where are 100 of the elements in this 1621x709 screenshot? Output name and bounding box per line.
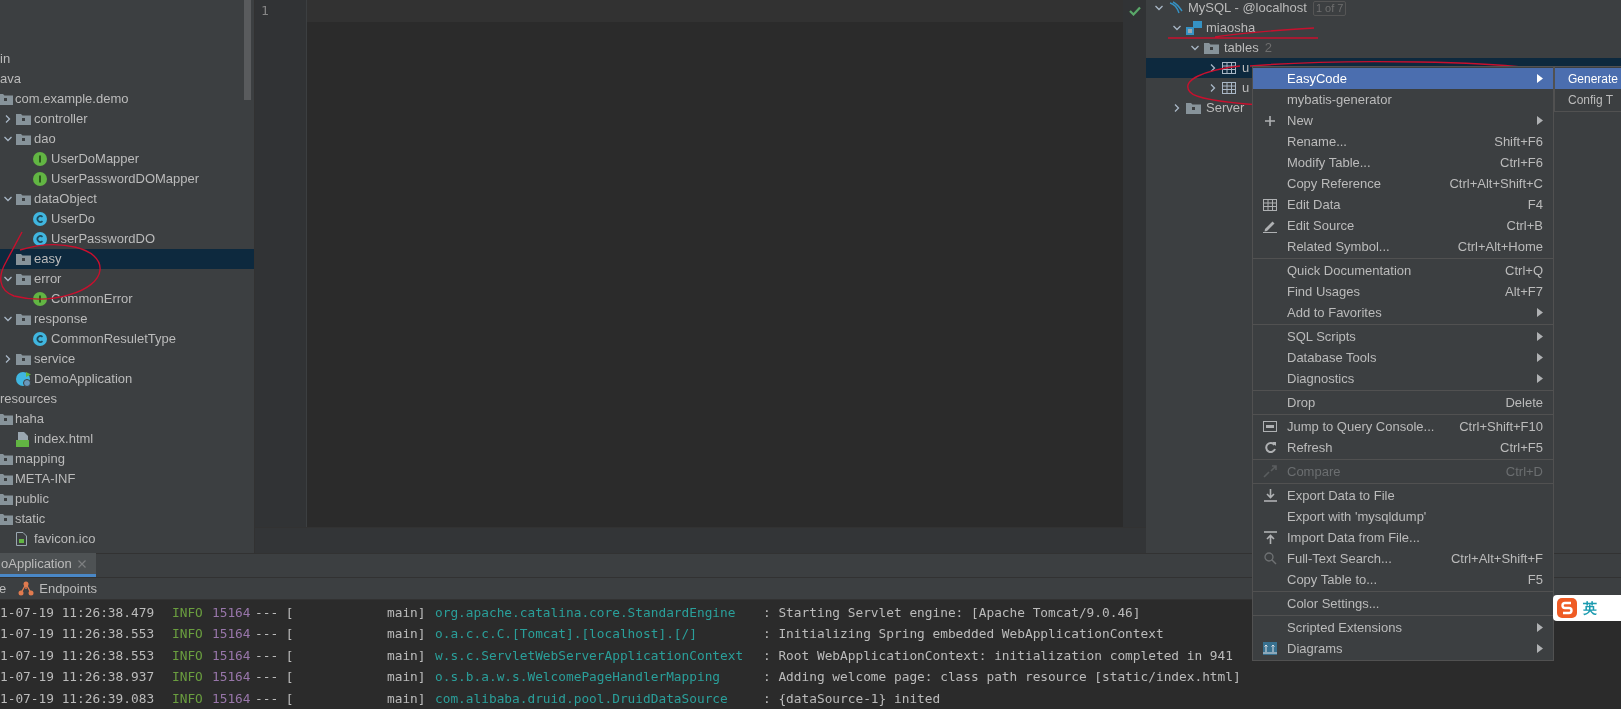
- menu-item-label: Scripted Extensions: [1287, 618, 1402, 637]
- menu-item-label: Database Tools: [1287, 348, 1377, 367]
- menu-item-label: Full-Text Search...: [1287, 549, 1392, 568]
- tree-item-label: u: [1242, 59, 1250, 78]
- log-level: INFO: [172, 625, 204, 644]
- log-level: INFO: [172, 646, 204, 665]
- menu-item-label: Copy Reference: [1287, 174, 1381, 193]
- tree-item-label: UserPasswordDOMapper: [50, 170, 200, 189]
- tree-item-label: UserDo: [50, 210, 96, 229]
- shortcut-text: Ctrl+F6: [1500, 153, 1543, 172]
- menu-item-label: Import Data from File...: [1287, 528, 1420, 547]
- shortcut-text: Ctrl+Alt+Home: [1457, 237, 1543, 256]
- tree-item-label: tables: [1224, 39, 1259, 58]
- log-pid: 15164: [212, 668, 252, 687]
- menu-item-label: Jump to Query Console...: [1287, 417, 1435, 436]
- tree-item-label: UserDoMapper: [50, 150, 140, 169]
- shortcut-text: Shift+F6: [1494, 132, 1543, 151]
- line-number: 1: [260, 2, 270, 20]
- menu-item-label: Diagrams: [1287, 639, 1343, 658]
- menu-item-label: Rename...: [1287, 132, 1347, 151]
- tree-item-label: miaosha: [1206, 19, 1256, 38]
- menu-item-label: Quick Documentation: [1287, 261, 1412, 280]
- shortcut-text: Ctrl+F5: [1500, 438, 1543, 457]
- log-timestamp: 1-07-19 11:26:39.083: [0, 689, 156, 708]
- log-separator: --- [: [255, 689, 295, 708]
- tree-item-label: ava: [0, 70, 21, 89]
- menu-item-label: Export with 'mysqldump': [1287, 507, 1427, 526]
- menu-item-label: Export Data to File: [1287, 486, 1395, 505]
- log-message: : Root WebApplicationContext: initialization completed in 941: [763, 646, 1233, 665]
- tree-item-label: dao: [33, 130, 56, 149]
- log-thread: main]: [387, 689, 427, 708]
- shortcut-text: F4: [1527, 195, 1543, 214]
- tree-item-label: controller: [33, 110, 88, 129]
- tree-item-label: MySQL - @localhost: [1188, 0, 1307, 18]
- log-logger: o.s.b.a.w.s.WelcomePageHandlerMapping: [435, 668, 722, 687]
- menu-item-label: Color Settings...: [1287, 594, 1380, 613]
- log-pid: 15164: [212, 603, 252, 622]
- menu-item-label: Refresh: [1287, 438, 1333, 457]
- shortcut-text: Ctrl+Shift+F10: [1459, 417, 1543, 436]
- log-thread: main]: [387, 625, 427, 644]
- shortcut-text: F5: [1527, 570, 1543, 589]
- log-logger: o.a.c.c.C.[Tomcat].[localhost].[/]: [435, 625, 698, 644]
- log-message: : Adding welcome page: class path resource [static/index.html]: [763, 668, 1241, 687]
- menu-item-label: EasyCode: [1287, 69, 1347, 88]
- menu-item-label: Diagnostics: [1287, 369, 1355, 388]
- log-timestamp: 1-07-19 11:26:38.937: [0, 668, 156, 687]
- tree-item-label: easy: [33, 250, 62, 269]
- tree-item-label: in: [0, 50, 11, 69]
- menu-item-label: Drop: [1287, 393, 1316, 412]
- tree-item-label: public: [14, 490, 49, 509]
- log-timestamp: 1-07-19 11:26:38.553: [0, 646, 156, 665]
- log-message: : Starting Servlet engine: [Apache Tomcat/9.0.46]: [763, 603, 1141, 622]
- tree-item-label: mapping: [14, 450, 65, 469]
- tree-item-label: service: [33, 350, 76, 369]
- log-thread: main]: [387, 646, 427, 665]
- tree-item-label: resources: [0, 390, 58, 409]
- menu-item-label: Edit Source: [1287, 216, 1355, 235]
- tree-item-label: dataObject: [33, 190, 97, 209]
- menu-item-label: Modify Table...: [1287, 153, 1371, 172]
- tree-item-label: response: [33, 310, 88, 329]
- tree-item-label: CommonError: [50, 290, 133, 309]
- log-logger: com.alibaba.druid.pool.DruidDataSource: [435, 689, 729, 708]
- log-pid: 15164: [212, 646, 252, 665]
- tree-item-label: favicon.ico: [33, 530, 96, 549]
- log-pid: 15164: [212, 625, 252, 644]
- input-mode-label: 英: [1583, 598, 1597, 618]
- log-logger: org.apache.catalina.core.StandardEngine: [435, 603, 737, 622]
- log-thread: main]: [387, 668, 427, 687]
- log-separator: --- [: [255, 668, 295, 687]
- log-message: : {dataSource-1} inited: [763, 689, 941, 708]
- menu-item-label: Add to Favorites: [1287, 303, 1382, 322]
- menu-item-label: Find Usages: [1287, 282, 1360, 301]
- log-level: INFO: [172, 668, 204, 687]
- log-level: INFO: [172, 689, 204, 708]
- tree-item-label: com.example.demo: [14, 90, 129, 109]
- tree-item-label: error: [33, 270, 62, 289]
- shortcut-text: Alt+F7: [1505, 282, 1543, 301]
- tree-item-label: static: [14, 510, 46, 529]
- menu-item-label: Edit Data: [1287, 195, 1341, 214]
- log-separator: --- [: [255, 603, 295, 622]
- shortcut-text: Ctrl+Q: [1505, 261, 1543, 280]
- menu-item-label: SQL Scripts: [1287, 327, 1356, 346]
- tree-item-label: Server: [1206, 99, 1245, 118]
- log-timestamp: 1-07-19 11:26:38.553: [0, 625, 156, 644]
- tab-label: oApplication: [0, 554, 72, 573]
- log-pid: 15164: [212, 689, 252, 708]
- log-message: : Initializing Spring embedded WebApplicationContext: [763, 625, 1164, 644]
- tree-item-label: META-INF: [14, 470, 76, 489]
- log-timestamp: 1-07-19 11:26:38.479: [0, 603, 156, 622]
- tree-item-label: CommonResuletType: [50, 330, 176, 349]
- tree-item-label: UserPasswordDO: [50, 230, 156, 249]
- log-level: INFO: [172, 603, 204, 622]
- tree-item-label: index.html: [33, 430, 94, 449]
- shortcut-text: Ctrl+Alt+Shift+F: [1450, 549, 1543, 568]
- tree-item-label: u: [1242, 79, 1250, 98]
- log-logger: w.s.c.ServletWebServerApplicationContext: [435, 646, 745, 665]
- tree-item-label: haha: [14, 410, 44, 429]
- tree-item-label: DemoApplication: [33, 370, 133, 389]
- log-thread: main]: [387, 603, 427, 622]
- log-separator: --- [: [255, 625, 295, 644]
